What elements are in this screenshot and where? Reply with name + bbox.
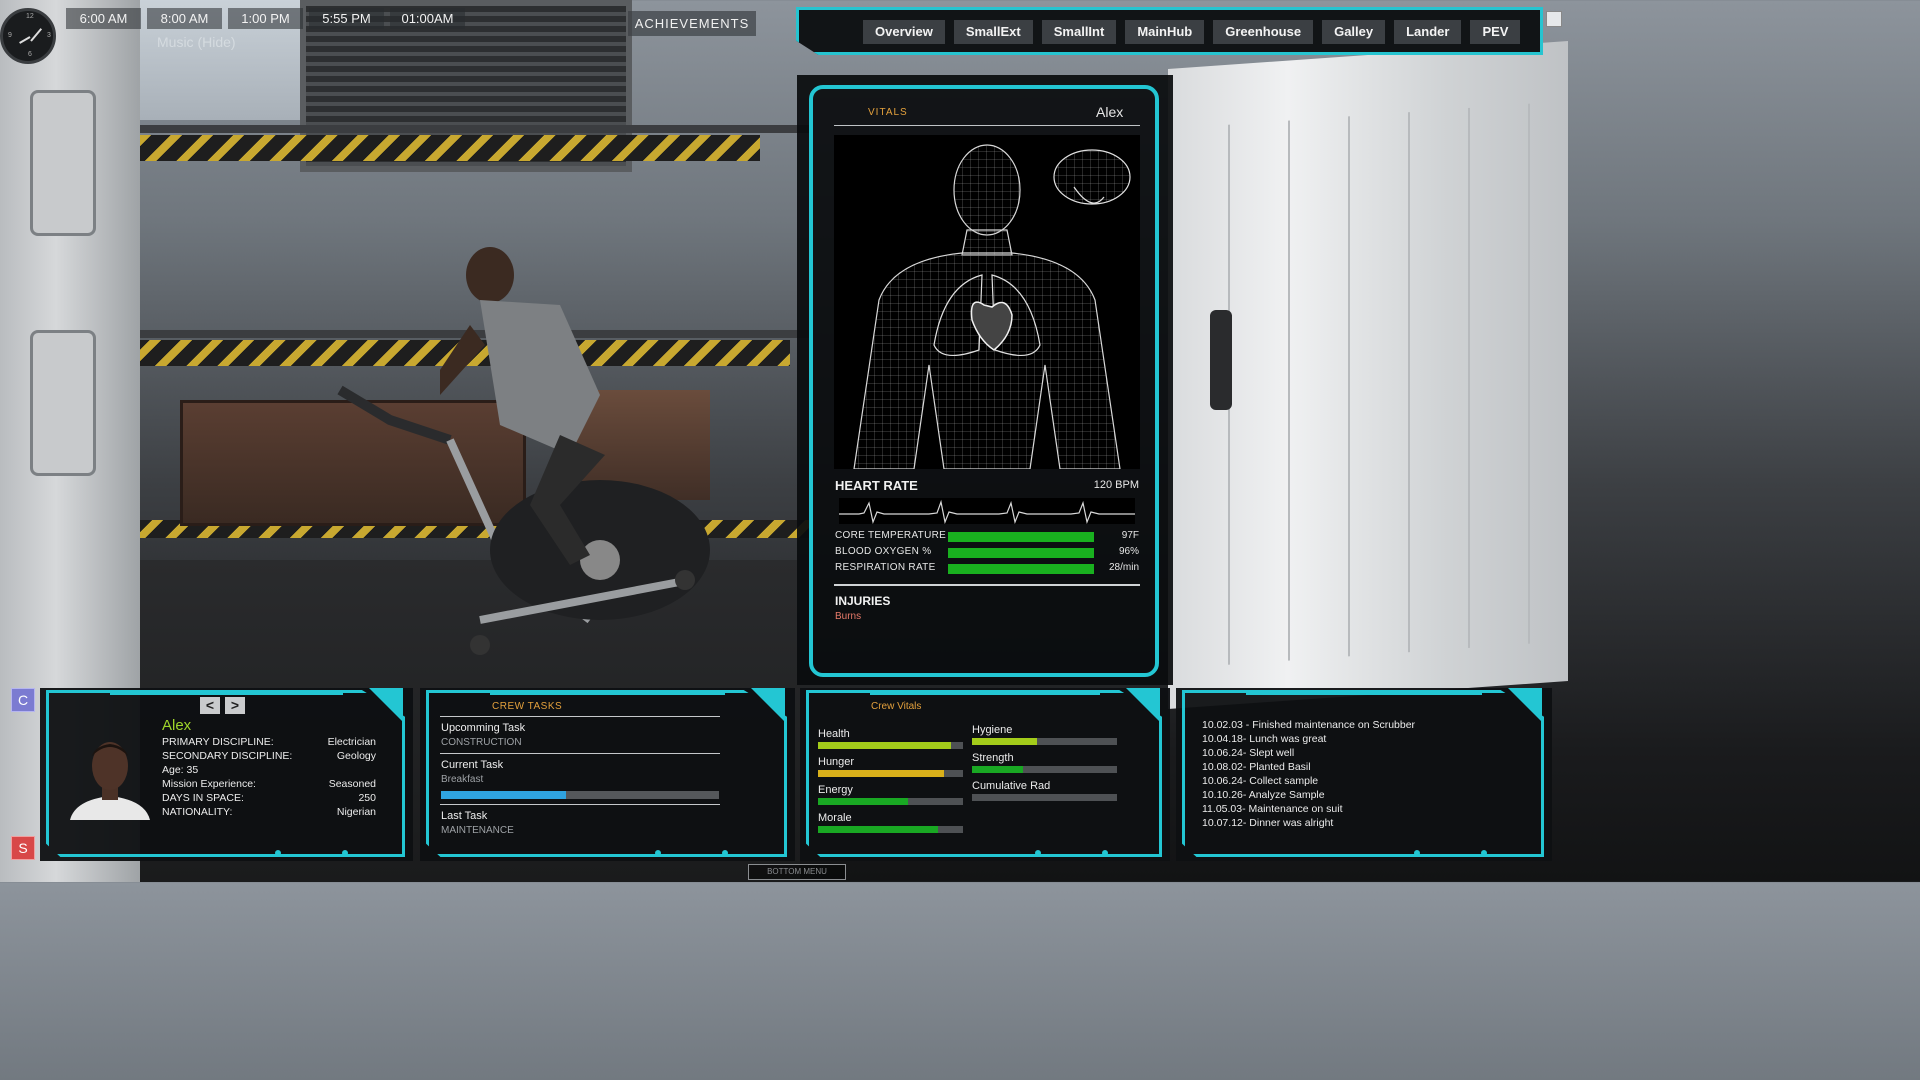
- vitals-tab[interactable]: VITALS: [868, 107, 908, 118]
- crew-info-list: PRIMARY DISCIPLINE: Electrician SECONDARY…: [162, 736, 376, 820]
- hygiene-meter: Hygiene: [972, 724, 1118, 745]
- brain-icon: [1053, 149, 1131, 205]
- info-row: Age: 35: [162, 764, 199, 776]
- next-crew-button[interactable]: >: [225, 697, 245, 714]
- info-row: PRIMARY DISCIPLINE: Electrician: [162, 736, 376, 748]
- log-entry: 10.06.24- Collect sample: [1202, 775, 1319, 787]
- stat-value: 97F: [1121, 530, 1139, 541]
- character-button[interactable]: C: [11, 688, 35, 712]
- vitals-crew-name: Alex: [1096, 104, 1124, 120]
- door-handle: [1210, 310, 1232, 410]
- current-task-progress: [441, 791, 719, 799]
- astronaut-character: [440, 247, 605, 565]
- crew-info-panel: < > Alex PRIMARY DISCIPLINE: Electrician …: [40, 688, 413, 861]
- stat-label: CORE TEMPERATURE: [835, 530, 947, 541]
- log-entry: 10.04.18- Lunch was great: [1202, 733, 1327, 745]
- hazard-stripe-shelf: [120, 135, 760, 161]
- tab-smallint[interactable]: SmallInt: [1041, 20, 1117, 44]
- current-task-label: Current Task: [441, 759, 504, 771]
- stat-value: 28/min: [1108, 562, 1139, 573]
- upcoming-task-label: Upcomming Task: [441, 722, 526, 734]
- prev-crew-button[interactable]: <: [200, 697, 220, 714]
- log-entry: 10.10.26- Analyze Sample: [1202, 789, 1325, 801]
- tab-pev[interactable]: PEV: [1470, 20, 1521, 44]
- ecg-line: [839, 498, 1135, 524]
- settings-button[interactable]: S: [11, 836, 35, 860]
- heart-rate-label: HEART RATE: [835, 478, 918, 493]
- log-entry: 10.08.02- Planted Basil: [1202, 761, 1311, 773]
- heart-rate-row: HEART RATE 120 BPM: [834, 477, 1140, 495]
- tab-overview[interactable]: Overview: [863, 20, 945, 44]
- tab-galley[interactable]: Galley: [1322, 20, 1386, 44]
- info-row: SECONDARY DISCIPLINE: Geology: [162, 750, 376, 762]
- crew-log-panel: 10.02.03 - Finished maintenance on Scrub…: [1176, 688, 1552, 861]
- hunger-meter: Hunger: [818, 756, 964, 777]
- health-meter: Health: [818, 728, 964, 749]
- stat-label: BLOOD OXYGEN %: [835, 546, 932, 557]
- time-button[interactable]: 5:55 PM: [309, 8, 384, 29]
- body-wireframe: [834, 135, 1140, 469]
- log-entry: 10.06.24- Slept well: [1202, 747, 1295, 759]
- last-task-label: Last Task: [441, 810, 488, 822]
- achievements-button[interactable]: ACHIEVEMENTS: [628, 11, 756, 36]
- time-button[interactable]: 01:00AM: [390, 8, 465, 29]
- stat-label: RESPIRATION RATE: [835, 562, 936, 573]
- stat-bar: [948, 548, 1094, 558]
- current-task-value: Breakfast: [441, 774, 484, 785]
- shelf-frame: [70, 125, 810, 133]
- info-row: NATIONALITY: Nigerian: [162, 806, 376, 818]
- music-toggle[interactable]: Music (Hide): [157, 34, 236, 50]
- injury-item: Burns: [835, 611, 862, 622]
- tab-greenhouse[interactable]: Greenhouse: [1213, 20, 1314, 44]
- time-button[interactable]: 8:00 AM: [147, 8, 222, 29]
- bottom-menu-toggle[interactable]: BOTTOM MENU: [748, 864, 846, 880]
- vitals-panel: VITALS Alex HEART RATE 120 BPM CORE TEMP…: [797, 75, 1173, 685]
- morale-meter: Morale: [818, 812, 964, 833]
- time-shortcuts: 6:00 AM 8:00 AM 1:00 PM 5:55 PM 01:00AM: [66, 8, 465, 29]
- location-tab-bar: Overview SmallExt SmallInt MainHub Green…: [796, 7, 1543, 55]
- time-button[interactable]: 6:00 AM: [66, 8, 141, 29]
- crew-log-list: 10.02.03 - Finished maintenance on Scrub…: [1202, 719, 1415, 831]
- energy-meter: Energy: [818, 784, 964, 805]
- crew-tasks-title: CREW TASKS: [492, 701, 563, 712]
- vitals-header: VITALS Alex: [834, 103, 1140, 126]
- tab-lander[interactable]: Lander: [1394, 20, 1462, 44]
- stat-value: 96%: [1118, 546, 1139, 557]
- core-temperature-row: CORE TEMPERATURE 97F: [834, 530, 1140, 544]
- stat-bar: [948, 532, 1094, 542]
- tab-mainhub[interactable]: MainHub: [1125, 20, 1205, 44]
- window-toggle-button[interactable]: [1546, 11, 1562, 27]
- clock-icon: 12 3 6 9: [0, 8, 56, 64]
- log-entry: 10.07.12- Dinner was alright: [1202, 817, 1334, 829]
- injuries-title: INJURIES: [835, 594, 891, 608]
- crew-vitals-panel: Crew Vitals Health Hunger Energy Morale …: [800, 688, 1170, 861]
- info-row: Mission Experience: Seasoned: [162, 778, 376, 790]
- log-entry: 10.02.03 - Finished maintenance on Scrub…: [1202, 719, 1416, 731]
- time-button[interactable]: 1:00 PM: [228, 8, 303, 29]
- upcoming-task-value: CONSTRUCTION: [441, 737, 522, 748]
- tab-smallext[interactable]: SmallExt: [953, 20, 1033, 44]
- crew-name: Alex: [162, 717, 192, 734]
- cumulative-rad-meter: Cumulative Rad: [972, 780, 1118, 801]
- strength-meter: Strength: [972, 752, 1118, 773]
- info-row: DAYS IN SPACE: 250: [162, 792, 376, 804]
- respiration-rate-row: RESPIRATION RATE 28/min: [834, 562, 1140, 576]
- stat-bar: [948, 564, 1094, 574]
- divider: [834, 584, 1140, 586]
- avatar: [70, 742, 150, 820]
- log-entry: 11.05.03- Maintenance on suit: [1202, 803, 1343, 815]
- crew-tasks-panel: CREW TASKS Upcomming Task CONSTRUCTION C…: [420, 688, 795, 861]
- last-task-value: MAINTENANCE: [441, 825, 514, 836]
- blood-oxygen-row: BLOOD OXYGEN % 96%: [834, 546, 1140, 560]
- heart-rate-value: 120 BPM: [1093, 479, 1139, 491]
- crew-vitals-title: Crew Vitals: [871, 701, 922, 712]
